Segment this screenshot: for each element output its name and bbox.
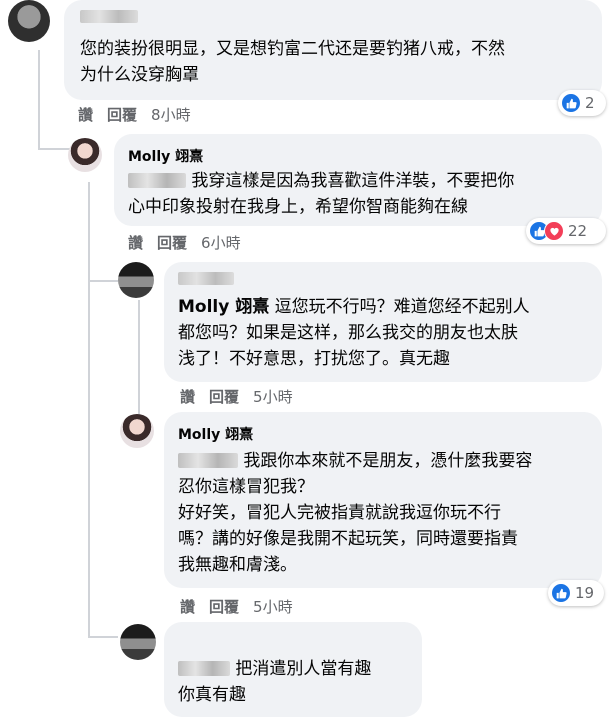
comment-text: Molly 翊熹 逗您玩不行吗？难道您经不起别人 都您吗？如果是这样，那么我交的… [178, 297, 530, 369]
comment-actions: 讚回覆 5小時 [180, 596, 307, 617]
love-icon [544, 221, 564, 241]
mention-redacted[interactable] [128, 173, 186, 188]
like-icon [561, 93, 581, 113]
reaction-summary[interactable]: 2 [558, 90, 606, 116]
like-button[interactable]: 讚 [128, 234, 143, 252]
avatar[interactable] [118, 262, 154, 298]
comment-text: 您的装扮很明显，又是想钓富二代还是要钓猪八戒，不然 为什么没穿胸罩 [80, 39, 505, 85]
thread-line [88, 280, 118, 282]
like-button[interactable]: 讚 [180, 388, 195, 406]
like-icon [551, 583, 571, 603]
thread-line [88, 636, 118, 638]
avatar[interactable] [68, 138, 102, 172]
reply-button[interactable]: 回覆 [209, 388, 239, 406]
reply-button[interactable]: 回覆 [157, 234, 187, 252]
comment-text: 我穿這樣是因為我喜歡這件洋裝，不要把你 心中印象投射在我身上，希望你智商能夠在線 [128, 171, 515, 217]
like-button[interactable]: 讚 [78, 106, 93, 124]
reaction-summary[interactable]: 22 [526, 218, 606, 244]
thread-line [38, 50, 40, 150]
mention-redacted[interactable] [178, 661, 230, 676]
reaction-count: 19 [575, 584, 595, 602]
avatar[interactable] [120, 624, 156, 660]
timestamp[interactable]: 5小時 [253, 598, 293, 616]
thread-line [138, 300, 140, 430]
author-name-redacted[interactable] [178, 272, 234, 285]
comment-actions: 讚回覆 8小時 [78, 104, 205, 125]
avatar[interactable] [8, 0, 50, 42]
reply-button[interactable]: 回覆 [107, 106, 137, 124]
comment-text: 我跟你本來就不是朋友，憑什麼我要容 忍你這樣冒犯我？ 好好笑，冒犯人完被指責就說… [178, 451, 533, 575]
author-name[interactable]: Molly 翊熹 [128, 146, 203, 166]
author-name-redacted[interactable] [80, 10, 138, 23]
thread-line [38, 148, 72, 150]
timestamp[interactable]: 5小時 [253, 388, 293, 406]
reaction-count: 2 [585, 94, 595, 112]
author-name[interactable]: Molly 翊熹 [178, 424, 253, 444]
comment-actions: 讚回覆 6小時 [128, 232, 255, 253]
timestamp[interactable]: 8小時 [151, 106, 191, 124]
reaction-count: 22 [568, 222, 588, 240]
thread-line [88, 182, 90, 637]
mention-tag[interactable]: Molly 翊熹 [178, 297, 269, 317]
like-button[interactable]: 讚 [180, 598, 195, 616]
comment-actions: 讚回覆 5小時 [180, 386, 307, 407]
mention-redacted[interactable] [178, 453, 238, 468]
timestamp[interactable]: 6小時 [201, 234, 241, 252]
reaction-summary[interactable]: 19 [548, 580, 604, 606]
comment-text: 把消遣別人當有趣 你真有趣 [178, 659, 372, 705]
avatar[interactable] [120, 414, 154, 448]
reply-button[interactable]: 回覆 [209, 598, 239, 616]
